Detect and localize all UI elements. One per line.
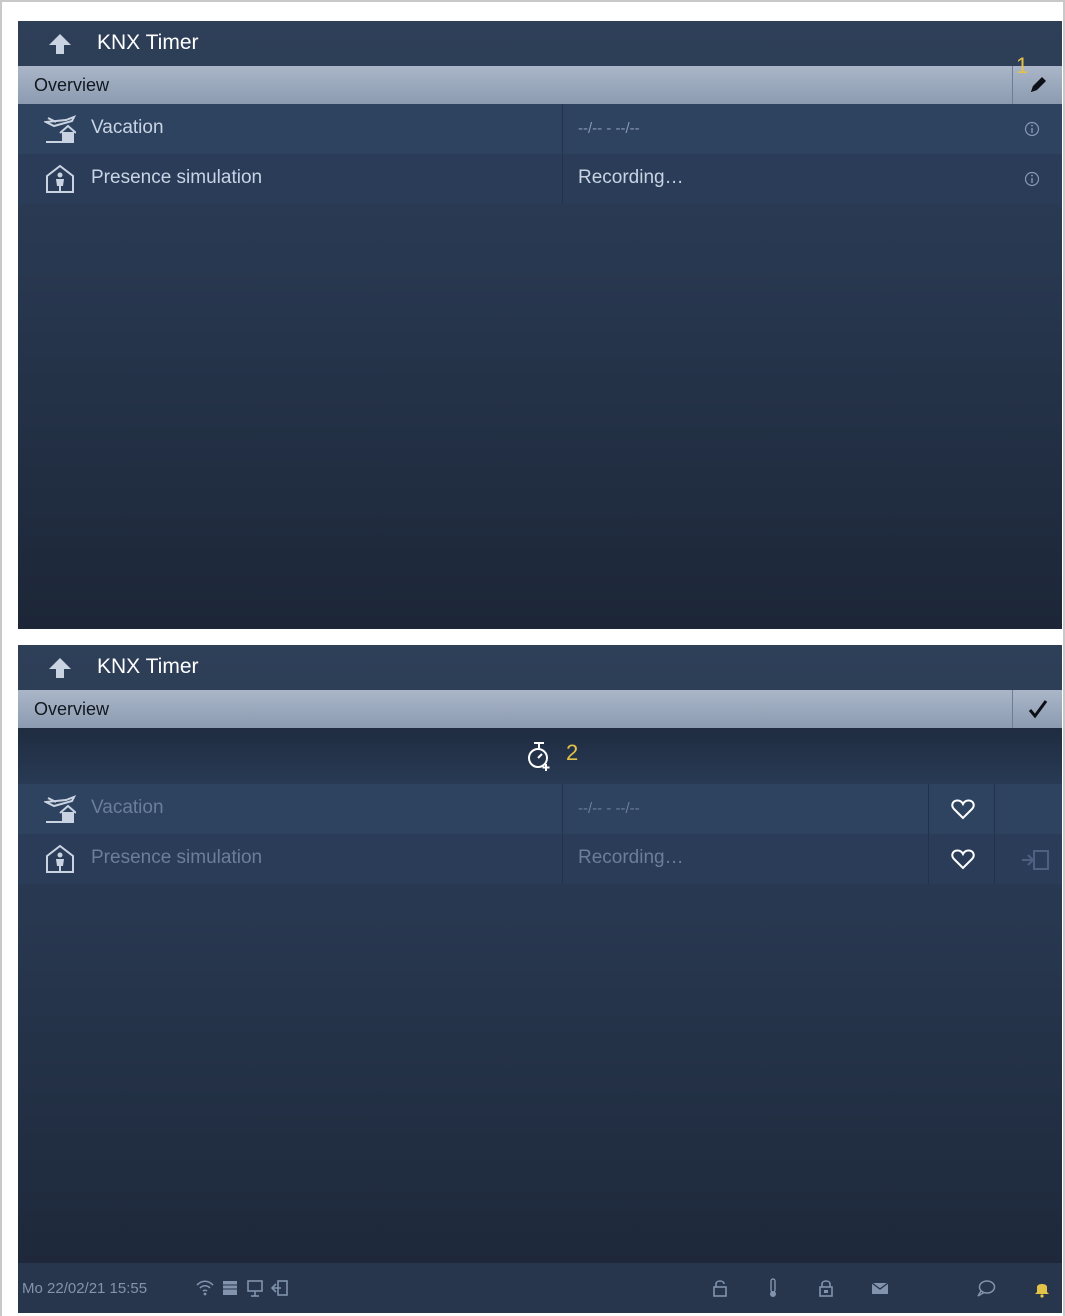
info-icon[interactable]: [1024, 121, 1040, 137]
alarm-lock-icon[interactable]: [816, 1278, 836, 1298]
display-icon: [247, 1280, 263, 1297]
shutter-icon: [223, 1281, 237, 1295]
bell-icon[interactable]: [1032, 1278, 1052, 1298]
column-divider: [562, 834, 563, 884]
column-divider: [562, 104, 563, 154]
list-item-vacation[interactable]: Vacation --/-- - --/--: [18, 104, 1062, 154]
row-label: Presence simulation: [91, 847, 263, 868]
info-icon[interactable]: [1024, 171, 1040, 187]
move-to-page-icon[interactable]: [1018, 847, 1052, 873]
row-value: --/-- - --/--: [578, 120, 640, 137]
title-bar: KNX Timer: [18, 645, 1062, 690]
list-item-vacation: Vacation --/-- - --/--: [18, 784, 1062, 834]
title-bar: KNX Timer: [18, 21, 1062, 66]
add-timer-icon: [528, 742, 550, 771]
overview-label: Overview: [34, 75, 110, 95]
heart-icon: [951, 799, 975, 820]
column-divider: [562, 154, 563, 204]
status-bar: Mo 22/02/21 15:55: [18, 1263, 1062, 1313]
row-label: Vacation: [91, 797, 164, 818]
wifi-icon: [196, 1280, 214, 1296]
row-value: Recording…: [578, 847, 684, 868]
checkmark-icon: [1028, 700, 1047, 719]
list-item-presence-simulation: Presence simulation Recording…: [18, 834, 1062, 884]
confirm-button[interactable]: [1012, 690, 1062, 728]
chat-icon[interactable]: [976, 1278, 996, 1298]
callout-marker-1: 1: [1016, 53, 1029, 78]
overview-header: Overview: [18, 690, 1062, 728]
page-title: KNX Timer: [97, 31, 199, 54]
thermometer-icon[interactable]: [763, 1278, 783, 1298]
row-value: Recording…: [578, 167, 684, 188]
mail-icon[interactable]: [870, 1278, 890, 1298]
heart-icon: [951, 849, 975, 870]
page-title: KNX Timer: [97, 655, 199, 678]
overview-header: Overview: [18, 66, 1062, 104]
callout-marker-2: 2: [566, 740, 579, 765]
back-arrow-icon[interactable]: [48, 33, 72, 55]
row-label: Vacation: [91, 117, 164, 138]
favorite-toggle[interactable]: [928, 834, 995, 884]
pencil-icon: [1030, 77, 1046, 92]
knx-timer-edit-screen: KNX Timer Overview 2 Vacation --/-- - --…: [18, 645, 1062, 1313]
presence-house-icon: [46, 844, 74, 873]
logout-icon: [270, 1280, 288, 1296]
back-arrow-icon[interactable]: [48, 657, 72, 679]
lock-icon[interactable]: [710, 1278, 730, 1298]
status-datetime: Mo 22/02/21 15:55: [22, 1280, 148, 1297]
vacation-plane-icon: [44, 115, 76, 143]
knx-timer-overview-screen: KNX Timer Overview 1 Vacation --/-- - --…: [18, 21, 1062, 629]
favorite-toggle[interactable]: [928, 784, 995, 834]
column-divider: [562, 784, 563, 834]
overview-label: Overview: [34, 699, 110, 719]
row-value: --/-- - --/--: [578, 800, 640, 817]
row-label: Presence simulation: [91, 167, 263, 188]
add-timer-bar[interactable]: 2: [18, 728, 1062, 784]
presence-house-icon: [46, 164, 74, 193]
vacation-plane-icon: [44, 795, 76, 823]
list-item-presence-simulation[interactable]: Presence simulation Recording…: [18, 154, 1062, 204]
